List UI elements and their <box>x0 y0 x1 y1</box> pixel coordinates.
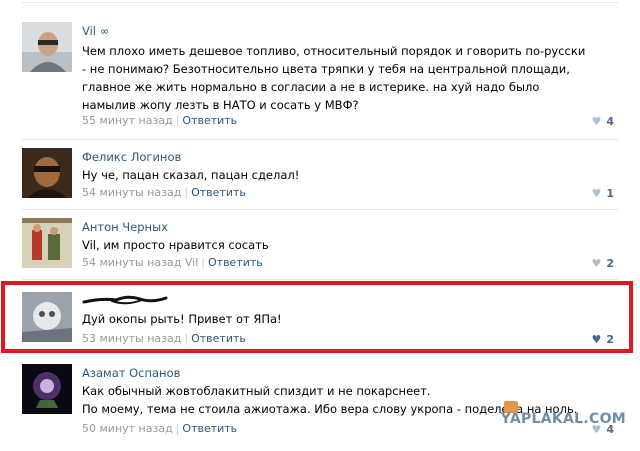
heart-icon: ♥ <box>591 187 602 200</box>
comment-author[interactable]: Антон Черных <box>82 220 168 234</box>
reply-button[interactable]: Ответить <box>208 256 263 269</box>
reply-to-link[interactable]: Vil <box>185 256 198 269</box>
comment-time[interactable]: 54 минуты назад <box>82 186 181 199</box>
meta-divider: | <box>175 422 180 435</box>
like-count: 4 <box>606 115 614 128</box>
reply-button[interactable]: Ответить <box>191 186 246 199</box>
comment-item: Феликс Логинов Ну че, пацан сказал, паца… <box>22 140 618 210</box>
comment-meta: 54 минуты назад | Ответить <box>82 186 246 199</box>
comment-text: Ну че, пацан сказал, пацан сделал! <box>82 168 300 182</box>
comment-text: Vil, им просто нравится сосать <box>82 238 269 252</box>
comment-item: Vil ∞ Чем плохо иметь дешевое топливо, о… <box>22 14 618 140</box>
meta-divider: | <box>184 186 189 199</box>
comment-author[interactable]: Азамат Оспанов <box>82 366 180 380</box>
avatar[interactable] <box>22 218 72 268</box>
comment-item: Азамат Оспанов Как обычный жовтоблакитны… <box>22 356 618 451</box>
comment-meta: 54 минуты назад Vil | Ответить <box>82 256 263 269</box>
avatar[interactable] <box>22 148 72 198</box>
avatar[interactable] <box>22 22 72 72</box>
comment-separator <box>22 279 618 280</box>
like-count: 1 <box>606 187 614 200</box>
heart-icon: ♥ <box>591 257 602 270</box>
comment-author[interactable]: Vil ∞ <box>82 24 109 38</box>
comment-time[interactable]: 54 минуты назад <box>82 256 181 269</box>
meta-divider: | <box>201 256 205 269</box>
top-separator <box>22 2 618 3</box>
like-button[interactable]: ♥ 4 <box>591 114 614 128</box>
comment-text: Чем плохо иметь дешевое топливо, относит… <box>82 44 586 112</box>
avatar[interactable] <box>22 364 72 414</box>
comment-item: Антон Черных Vil, им просто нравится сос… <box>22 210 618 280</box>
heart-icon: ♥ <box>591 115 602 128</box>
highlight-frame <box>1 281 633 353</box>
comment-meta: 55 минут назад | Ответить <box>82 114 237 127</box>
meta-divider: | <box>175 114 180 127</box>
like-button[interactable]: ♥ 2 <box>591 256 614 270</box>
watermark: YAPLAKAL.COM <box>500 411 626 427</box>
comment-time[interactable]: 50 минут назад <box>82 422 173 435</box>
comment-time[interactable]: 55 минут назад <box>82 114 173 127</box>
like-button[interactable]: ♥ 1 <box>591 186 614 200</box>
comment-author[interactable]: Феликс Логинов <box>82 150 181 164</box>
reply-button[interactable]: Ответить <box>182 422 237 435</box>
like-count: 2 <box>606 257 614 270</box>
reply-button[interactable]: Ответить <box>182 114 237 127</box>
comment-meta: 50 минут назад | Ответить <box>82 422 237 435</box>
